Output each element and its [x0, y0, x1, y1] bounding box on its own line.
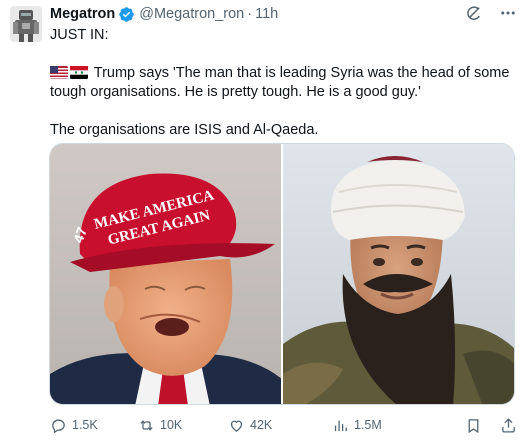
action-bar: 1.5K 10K 42K 1.5M — [50, 415, 517, 435]
media-photo-right[interactable] — [283, 144, 514, 404]
author-name[interactable]: Megatron — [50, 6, 115, 22]
media-photo-left[interactable]: MAKE AMERICA GREAT AGAIN 47 — [50, 144, 281, 404]
views-count: 1.5M — [354, 418, 382, 432]
views-button[interactable]: 1.5M — [332, 417, 444, 434]
author-handle[interactable]: @Megatron_ron — [139, 6, 244, 22]
verified-badge-icon — [118, 6, 135, 23]
media-grid[interactable]: MAKE AMERICA GREAT AGAIN 47 — [49, 143, 515, 405]
reply-icon — [52, 419, 65, 433]
repost-icon — [140, 419, 153, 431]
grok-icon[interactable] — [465, 4, 483, 22]
post-time[interactable]: 11h — [255, 6, 278, 22]
post-line-2-text: Trump says 'The man that is leading Syri… — [90, 65, 510, 81]
post-line-4: The organisations are ISIS and Al-Qaeda. — [50, 122, 319, 138]
reply-button[interactable]: 1.5K — [50, 417, 138, 434]
bookmark-button[interactable] — [465, 417, 482, 434]
bookmark-icon — [468, 418, 479, 433]
post-line-2: Trump says 'The man that is leading Syri… — [50, 64, 520, 83]
tweet: Megatron @Megatron_ron · 11h JUST IN: Tr… — [0, 0, 529, 444]
post-line-1: JUST IN: — [50, 27, 109, 43]
flag-group — [50, 66, 88, 79]
post-text: JUST IN: Trump says 'The man that is lea… — [50, 26, 520, 140]
post-line-3: tough organisations. He is pretty tough.… — [50, 84, 421, 100]
repost-button[interactable]: 10K — [138, 417, 228, 434]
action-bar-right — [465, 417, 517, 434]
reply-count: 1.5K — [72, 418, 98, 432]
views-icon — [334, 420, 347, 431]
more-icon[interactable] — [499, 4, 517, 22]
like-icon — [230, 420, 243, 432]
tweet-header: Megatron @Megatron_ron · 11h — [50, 4, 529, 24]
share-icon — [502, 417, 515, 433]
us-flag-icon — [50, 66, 68, 79]
like-count: 42K — [250, 418, 273, 432]
syria-flag-icon — [70, 66, 88, 79]
header-actions — [465, 4, 517, 22]
separator-dot: · — [247, 6, 253, 22]
avatar[interactable] — [10, 6, 42, 42]
share-button[interactable] — [500, 417, 517, 434]
like-button[interactable]: 42K — [228, 417, 332, 434]
repost-count: 10K — [160, 418, 183, 432]
